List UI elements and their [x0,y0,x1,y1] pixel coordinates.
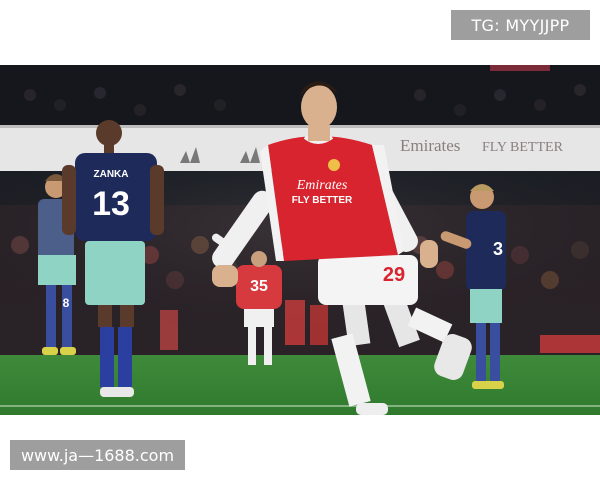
ad-board-slogan: FLY BETTER [482,140,564,155]
main-player-number: 29 [383,264,405,286]
opponent-number: 13 [92,185,130,223]
opponent-far-left-number: 8 [63,296,70,310]
match-photo: Emirates FLY BETTER 35 8 ZANKA 13 3 29 E… [0,65,600,415]
main-player-sponsor-line1: Emirates [296,178,348,193]
main-player-sponsor-line2: FLY BETTER [292,195,353,206]
opponent-name: ZANKA [94,169,129,180]
teammate-number: 35 [250,278,268,295]
watermark-bottom: www.ja—1688.com [10,440,185,470]
ad-board-brand: Emirates [400,136,460,155]
opponent-right-number: 3 [493,239,503,259]
watermark-top: TG: MYYJJPP [451,10,590,40]
